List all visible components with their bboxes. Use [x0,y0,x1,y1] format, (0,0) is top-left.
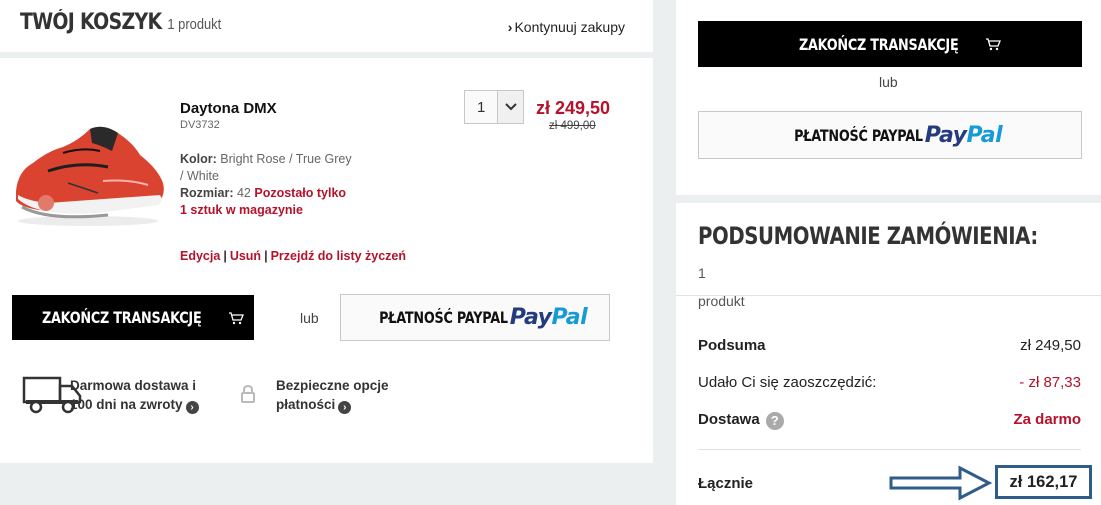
continue-shopping-link[interactable]: › Kontynuuj zakupy [508,19,625,35]
size-value: 42 [236,186,251,200]
chevron-right-circle-icon: › [338,401,352,414]
savings-value: - zł 87,33 [1019,374,1081,391]
divider [676,295,1101,296]
size-label: Rozmiar: [180,186,234,200]
chevron-right-icon: › [507,19,513,35]
cart-header: TWÓJ KOSZYK 1 produkt › Kontynuuj zakupy [0,0,653,52]
summary-item-unit: produkt [698,293,745,309]
paypal-logo: PayPal [509,305,588,330]
shipping-label: Dostawa [698,411,760,428]
move-to-wishlist-link[interactable]: Przejdź do listy życzeń [271,249,406,263]
quantity-select[interactable]: 1 [464,90,524,124]
subtotal-row: Podsuma zł 249,50 [698,337,1081,354]
product-old-price: zł 499,00 [549,120,596,132]
free-delivery-text: Darmowa dostawa i 100 dni na zwroty [70,378,197,412]
savings-row: Udało Ci się zaoszczędzić: - zł 87,33 [698,374,1081,391]
lock-icon [241,384,255,403]
summary-item-count: 1 [698,265,706,281]
subtotal-label: Podsuma [698,337,766,354]
quantity-value: 1 [477,99,486,116]
edit-link[interactable]: Edycja [180,249,220,263]
cart-page: TWÓJ KOSZYK 1 produkt › Kontynuuj zakupy … [0,0,1101,505]
cart-title-text: TWÓJ KOSZYK [20,10,162,35]
page-title: TWÓJ KOSZYK 1 produkt [20,10,221,35]
free-delivery-perk[interactable]: Darmowa dostawa i 100 dni na zwroty › [70,376,210,414]
summary-title: PODSUMOWANIE ZAMÓWIENIA: 1 produkt [698,219,1058,312]
or-separator: lub [879,74,898,90]
continue-shopping-label: Kontynuuj zakupy [514,19,625,35]
cart-items-panel: Daytona DMX DV3732 Kolor: Bright Rose / … [0,58,653,463]
chevron-down-icon[interactable] [497,91,523,123]
paypal-button-right[interactable]: PŁATNOŚĆ PAYPAL PayPal [698,111,1082,159]
shipping-value: Za darmo [1013,411,1081,428]
chevron-right-circle-icon: › [185,401,199,414]
paypal-button-label: PŁATNOŚĆ PAYPAL [378,308,508,327]
help-icon[interactable]: ? [765,412,784,430]
total-value: zł 162,17 [995,465,1092,499]
divider [698,449,1081,450]
paypal-button[interactable]: PŁATNOŚĆ PAYPAL PayPal [340,294,610,341]
color-label: Kolor: [180,152,217,166]
cart-item-count: 1 produkt [167,16,222,33]
total-label: Łącznie [698,475,754,492]
remove-link[interactable]: Usuń [230,249,261,263]
product-image[interactable] [8,121,168,231]
savings-label: Udało Ci się zaoszczędzić: [698,374,877,391]
product-price: zł 249,50 [536,98,611,118]
arrow-right-icon [889,465,993,501]
checkout-button[interactable]: ZAKOŃCZ TRANSAKCJĘ [12,295,254,340]
product-sku: DV3732 [180,119,220,131]
subtotal-value: zł 249,50 [1020,337,1081,354]
product-actions: Edycja | Usuń | Przejdź do listy życzeń [180,249,407,263]
checkout-panel: ZAKOŃCZ TRANSAKCJĘ lub PŁATNOŚĆ PAYPAL P… [676,0,1101,195]
or-separator: lub [300,310,319,326]
paypal-button-label: PŁATNOŚĆ PAYPAL [793,125,923,145]
secure-payment-text: Bezpieczne opcje płatności [276,378,389,412]
paypal-logo: PayPal [924,122,1003,148]
order-summary: PODSUMOWANIE ZAMÓWIENIA: 1 produkt Podsu… [676,203,1101,505]
secure-payment-perk[interactable]: Bezpieczne opcje płatności › [276,376,406,414]
shipping-row: Dostawa? Za darmo [698,411,1081,430]
product-name[interactable]: Daytona DMX [180,100,277,117]
checkout-button-label: ZAKOŃCZ TRANSAKCJĘ [799,34,959,54]
product-attributes: Kolor: Bright Rose / True Grey / White R… [180,151,355,219]
checkout-button-right[interactable]: ZAKOŃCZ TRANSAKCJĘ [698,21,1082,67]
summary-title-text: PODSUMOWANIE ZAMÓWIENIA: [698,222,1038,250]
cart-icon [228,311,244,324]
checkout-button-label: ZAKOŃCZ TRANSAKCJĘ [42,308,202,327]
cart-icon [985,38,1001,51]
